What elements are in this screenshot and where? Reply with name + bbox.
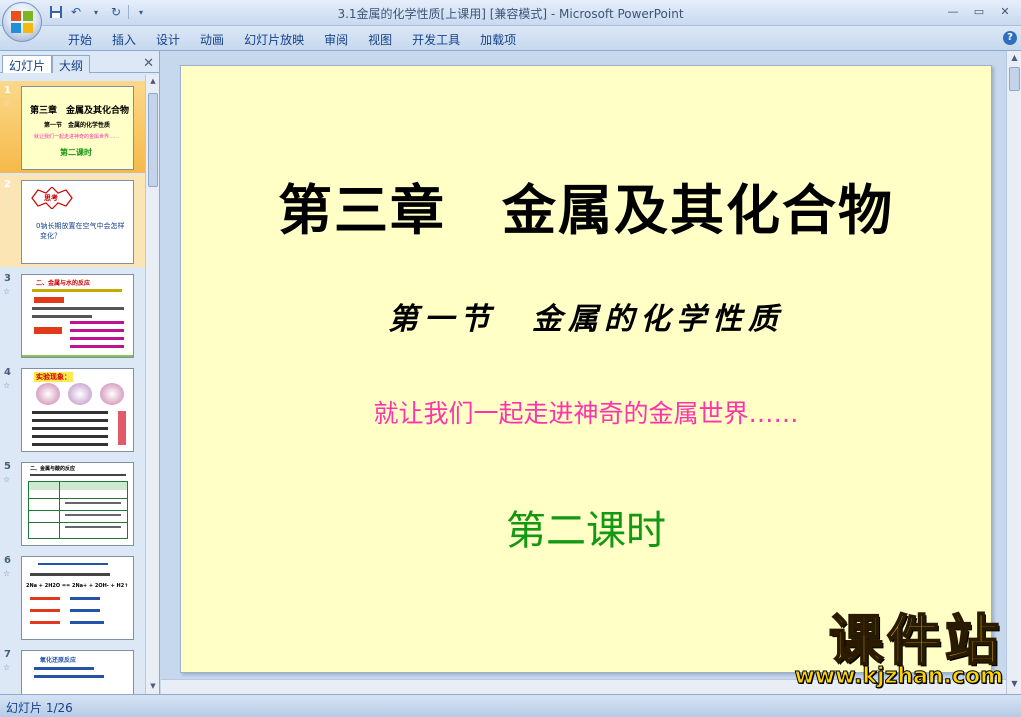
slides-pane: 幻灯片 大纲 ✕ 1 ☆ 第三章 金属及其化合物 第一节 金属的化学性质 就让我…	[0, 51, 160, 694]
thumbnail-number: 6	[4, 555, 11, 566]
scroll-down-icon[interactable]: ▼	[148, 682, 158, 692]
ribbon-tab-2[interactable]: 设计	[146, 30, 190, 49]
current-slide[interactable]: 第三章 金属及其化合物 第一节 金属的化学性质 就让我们一起走进神奇的金属世界……	[180, 65, 992, 673]
ribbon-tab-7[interactable]: 开发工具	[402, 30, 470, 49]
thumb-lesson: 第二课时	[60, 148, 92, 157]
thumbnail-row-7[interactable]: 7 ☆ 氧化还原反应	[0, 645, 145, 694]
tab-slides[interactable]: 幻灯片	[2, 55, 53, 73]
ribbon-tab-0[interactable]: 开始	[58, 30, 102, 49]
ribbon-tab-4[interactable]: 幻灯片放映	[234, 30, 314, 49]
ribbon-tab-8[interactable]: 加载项	[470, 30, 526, 49]
status-bar: 幻灯片 1/26	[0, 694, 1021, 717]
thumbnail-slide-5[interactable]: 二、金属与酸的反应	[21, 462, 134, 546]
ribbon-tab-1[interactable]: 插入	[102, 30, 146, 49]
thumb-heading: 二、金属与水的反应	[36, 280, 91, 287]
watermark-url: www.kjzhan.com	[794, 664, 1004, 690]
thumb-subtitle: 第一节 金属的化学性质	[44, 122, 111, 129]
thumb-burst-text: 思考	[44, 194, 58, 202]
thumb-heading: 二、金属与酸的反应	[30, 466, 76, 472]
minimize-icon[interactable]: —	[941, 2, 965, 20]
scroll-up-icon[interactable]: ▲	[148, 77, 158, 87]
thumb-slogan: 就让我们一起走进神奇的金属世界……	[34, 134, 120, 140]
ribbon-tabs: 开始 插入 设计 动画 幻灯片放映 审阅 视图 开发工具 加载项	[58, 30, 526, 49]
tab-outline[interactable]: 大纲	[52, 55, 91, 73]
thumb-question: 0钠长期放置在空气中会怎样	[36, 222, 125, 230]
slide-slogan[interactable]: 就让我们一起走进神奇的金属世界……	[181, 394, 991, 430]
thumbnail-number: 1	[4, 85, 11, 96]
scroll-thumb[interactable]	[148, 93, 158, 187]
animation-icon: ☆	[3, 569, 11, 578]
ribbon-tab-3[interactable]: 动画	[190, 30, 234, 49]
help-icon[interactable]: ?	[1003, 31, 1017, 45]
thumb-title: 第三章 金属及其化合物	[30, 106, 130, 116]
next-slide-icon[interactable]: ▼	[1009, 679, 1020, 690]
slide-counter: 幻灯片 1/26	[6, 701, 73, 715]
animation-icon: ☆	[3, 663, 11, 672]
thumbnail-slide-6[interactable]: 2Na + 2H2O == 2Na+ + 2OH- + H2↑	[21, 556, 134, 640]
thumbnail-slide-7[interactable]: 氧化还原反应	[21, 650, 134, 694]
thumbnail-number: 2	[4, 179, 11, 190]
scroll-up-icon[interactable]: ▲	[1009, 53, 1020, 64]
watermark-logo-text: 课件站	[828, 609, 1003, 672]
thumbnail-number: 4	[4, 367, 11, 378]
thumb-heading: 实验现象：	[34, 372, 73, 382]
thumbnail-row-1[interactable]: 1 ☆ 第三章 金属及其化合物 第一节 金属的化学性质 就让我们一起走进神奇的金…	[0, 81, 145, 173]
thumbnail-row-5[interactable]: 5 ☆ 二、金属与酸的反应	[0, 457, 145, 549]
animation-icon: ☆	[3, 193, 11, 202]
thumb-question-2: 变化？	[40, 232, 61, 240]
thumbnail-number: 3	[4, 273, 11, 284]
thumbnail-number: 5	[4, 461, 11, 472]
ribbon-tabs-bar: 开始 插入 设计 动画 幻灯片放映 审阅 视图 开发工具 加载项 ?	[0, 26, 1021, 51]
thumbnail-slide-2[interactable]: 思考 0钠长期放置在空气中会怎样 变化？	[21, 180, 134, 264]
window-controls: — ▭ ✕	[941, 2, 1017, 20]
maximize-icon[interactable]: ▭	[967, 2, 991, 20]
window-title: 3.1金属的化学性质[上课用] [兼容模式] - Microsoft Power…	[337, 7, 684, 21]
slide-editor: 第三章 金属及其化合物 第一节 金属的化学性质 就让我们一起走进神奇的金属世界……	[161, 51, 1021, 694]
thumb-equation: 2Na + 2H2O == 2Na+ + 2OH- + H2↑	[26, 583, 129, 589]
slide-lesson[interactable]: 第二课时	[181, 498, 991, 556]
watermark: 课件站 www.kjzhan.com	[794, 609, 1004, 690]
pane-tabs: 幻灯片 大纲 ✕	[0, 53, 160, 73]
slide-subtitle[interactable]: 第一节 金属的化学性质	[181, 294, 991, 338]
animation-icon: ☆	[3, 381, 11, 390]
thumbnail-slide-1[interactable]: 第三章 金属及其化合物 第一节 金属的化学性质 就让我们一起走进神奇的金属世界……	[21, 86, 134, 170]
thumbnail-slide-4[interactable]: 实验现象：	[21, 368, 134, 452]
ribbon-tab-5[interactable]: 审阅	[314, 30, 358, 49]
thumbnail-row-6[interactable]: 6 ☆ 2Na + 2H2O == 2Na+ + 2OH- + H2↑	[0, 551, 145, 643]
thumbnail-row-3[interactable]: 3 ☆ 二、金属与水的反应	[0, 269, 145, 361]
close-pane-icon[interactable]: ✕	[143, 56, 154, 71]
animation-icon: ☆	[3, 475, 11, 484]
slide-scrollbar[interactable]: ▲ ▼	[1006, 51, 1021, 694]
thumb-heading: 氧化还原反应	[40, 657, 77, 664]
animation-icon: ☆	[3, 287, 11, 296]
ribbon-tab-6[interactable]: 视图	[358, 30, 402, 49]
thumbnail-slide-3[interactable]: 二、金属与水的反应	[21, 274, 134, 358]
scroll-thumb[interactable]	[1009, 67, 1020, 91]
office-button[interactable]	[2, 2, 42, 42]
title-bar: ↶ ▾ ↻ ▾ 3.1金属的化学性质[上课用] [兼容模式] - Microso…	[0, 0, 1021, 26]
thumbnail-list: 1 ☆ 第三章 金属及其化合物 第一节 金属的化学性质 就让我们一起走进神奇的金…	[0, 75, 145, 694]
animation-icon: ☆	[3, 99, 11, 108]
close-icon[interactable]: ✕	[993, 2, 1017, 20]
office-logo-icon	[11, 11, 33, 33]
thumbnail-row-4[interactable]: 4 ☆ 实验现象：	[0, 363, 145, 455]
thumbnail-scrollbar[interactable]: ▲ ▼	[145, 75, 159, 694]
slide-title[interactable]: 第三章 金属及其化合物	[181, 166, 991, 245]
thumbnail-row-2[interactable]: 2 ☆ 思考 0钠长期放置在空气中会怎样 变化？	[0, 175, 145, 267]
thumbnail-number: 7	[4, 649, 11, 660]
